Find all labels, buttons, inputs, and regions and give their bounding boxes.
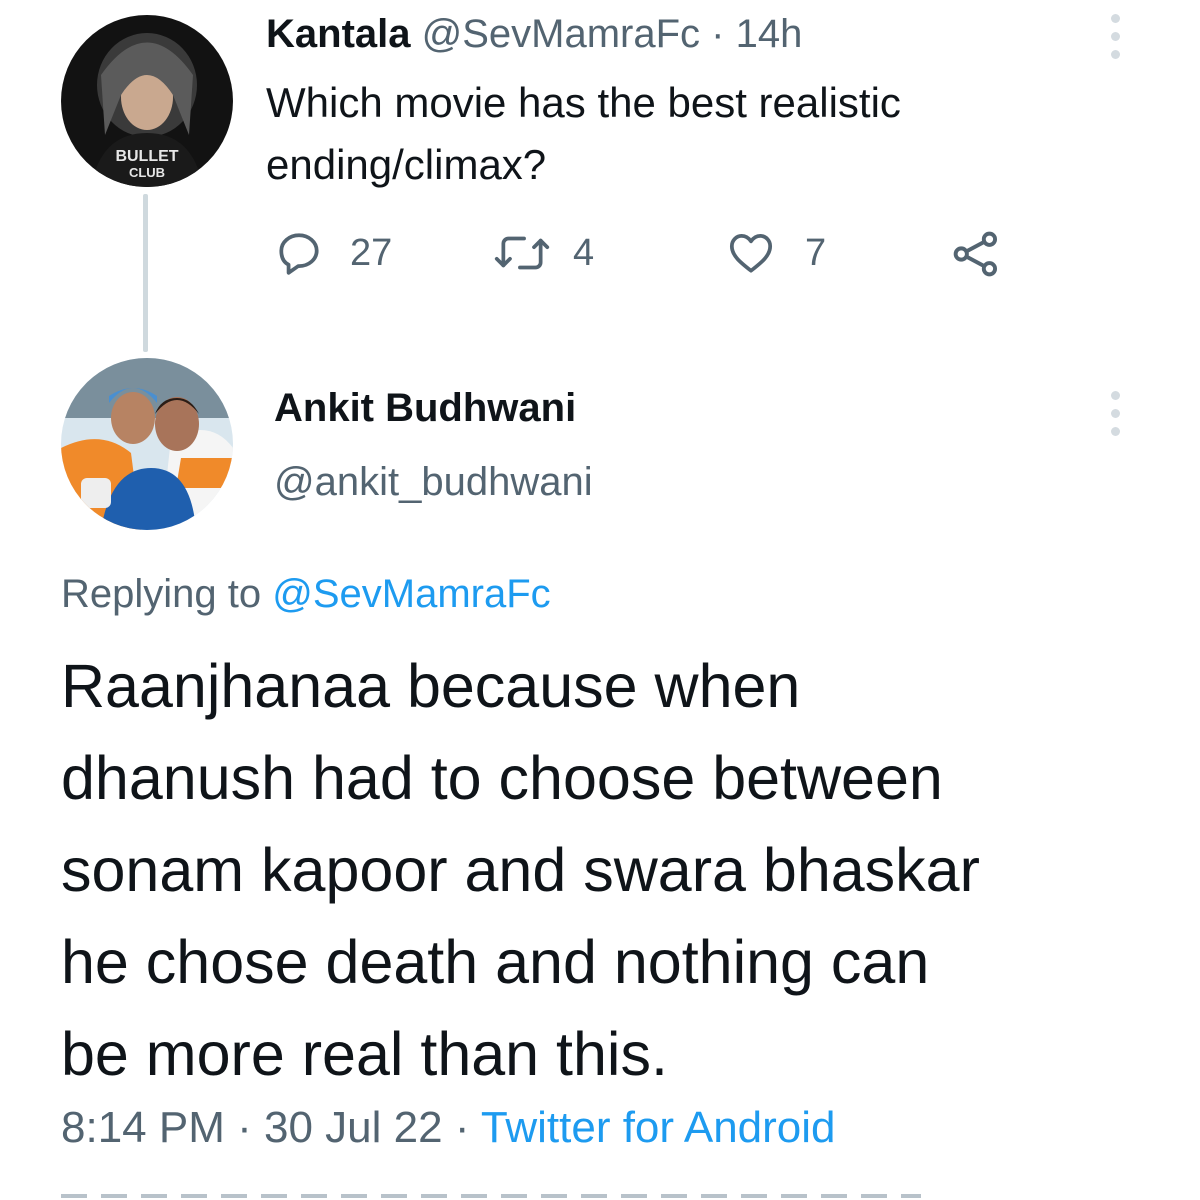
replying-to-prefix: Replying to <box>61 572 262 616</box>
replying-to: Replying to @SevMamraFc <box>61 570 551 618</box>
reply-count: 27 <box>350 231 393 274</box>
reply-display-name[interactable]: Ankit Budhwani <box>274 384 576 432</box>
reply-handle[interactable]: @ankit_budhwani <box>274 458 593 506</box>
avatar-caption-line2: CLUB <box>129 165 165 180</box>
original-tweet-text: Which movie has the best realistic endin… <box>266 72 901 196</box>
reply-text-line: sonam kapoor and swara bhaskar <box>61 836 980 904</box>
more-options-icon[interactable] <box>1105 14 1125 59</box>
reply-tweet-text: Raanjhanaa because when dhanush had to c… <box>61 640 980 1100</box>
original-text-line1: Which movie has the best realistic <box>266 79 901 126</box>
reply-date[interactable]: 30 Jul 22 <box>264 1103 443 1152</box>
bottom-cropped-edge <box>61 1190 921 1200</box>
header-separator: · <box>711 12 725 56</box>
reply-action[interactable]: 27 <box>274 228 392 278</box>
original-text-line2: ending/climax? <box>266 141 547 188</box>
replying-to-handle[interactable]: @SevMamraFc <box>272 572 550 616</box>
original-handle[interactable]: @SevMamraFc <box>422 12 700 56</box>
reply-text-line: dhanush had to choose between <box>61 744 943 812</box>
like-icon <box>729 234 773 273</box>
ankit-avatar[interactable] <box>61 358 233 530</box>
share-action[interactable] <box>950 228 1002 280</box>
reply-text-line: he chose death and nothing can <box>61 928 930 996</box>
retweet-icon <box>494 236 550 270</box>
retweet-action[interactable]: 4 <box>493 228 594 278</box>
original-time[interactable]: 14h <box>736 12 803 56</box>
reply-text-line: Raanjhanaa because when <box>61 652 801 720</box>
reply-source[interactable]: Twitter for Android <box>481 1103 836 1152</box>
kantala-avatar-image: BULLET CLUB <box>61 15 233 187</box>
reply-time[interactable]: 8:14 PM <box>61 1103 225 1152</box>
original-tweet-header: Kantala @SevMamraFc · 14h <box>266 10 802 58</box>
reply-more-options-icon[interactable] <box>1105 391 1125 436</box>
share-icon <box>953 231 998 277</box>
avatar-caption-line1: BULLET <box>115 148 178 165</box>
like-action[interactable]: 7 <box>725 228 826 278</box>
meta-separator: · <box>237 1103 252 1152</box>
reply-icon <box>279 233 319 275</box>
retweet-count: 4 <box>573 231 595 274</box>
ankit-avatar-image <box>61 358 233 530</box>
thread-connector-line <box>143 194 148 352</box>
original-display-name[interactable]: Kantala <box>266 12 411 56</box>
reply-meta: 8:14 PM · 30 Jul 22 · Twitter for Androi… <box>61 1102 836 1154</box>
meta-separator: · <box>454 1103 470 1152</box>
like-count: 7 <box>805 231 827 274</box>
reply-text-line: be more real than this. <box>61 1020 668 1088</box>
kantala-avatar[interactable]: BULLET CLUB <box>61 15 233 187</box>
